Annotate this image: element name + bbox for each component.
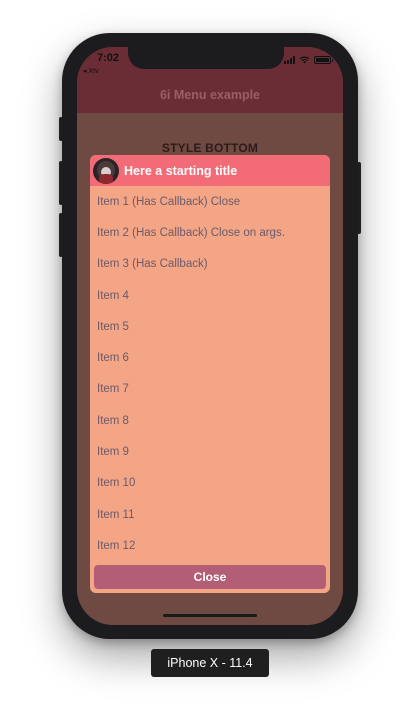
battery-icon (314, 56, 333, 64)
menu-item-1[interactable]: Item 1 (Has Callback) Close (90, 186, 330, 217)
status-icons (284, 56, 333, 64)
menu-header: Here a starting title (90, 155, 330, 186)
home-indicator[interactable] (163, 614, 257, 617)
section-heading: STYLE BOTTOM (161, 141, 259, 155)
menu-item-9[interactable]: Item 9 (90, 436, 330, 467)
menu-item-2[interactable]: Item 2 (Has Callback) Close on args. (90, 217, 330, 248)
menu-item-5[interactable]: Item 5 (90, 311, 330, 342)
menu-item-11[interactable]: Item 11 (90, 499, 330, 530)
avatar (93, 157, 119, 184)
menu-title: Here a starting title (124, 163, 238, 178)
menu-item-7[interactable]: Item 7 (90, 374, 330, 405)
device-label: iPhone X - 11.4 (151, 649, 269, 677)
menu-item-12[interactable]: Item 12 (90, 530, 330, 561)
menu-item-8[interactable]: Item 8 (90, 405, 330, 436)
back-to-app-link[interactable]: ◂ Xtv (83, 67, 99, 75)
menu-item-4[interactable]: Item 4 (90, 280, 330, 311)
menu-item-10[interactable]: Item 10 (90, 468, 330, 499)
phone-screen: 7:02 ◂ Xtv 6i Menu example STYLE BOTTOM … (77, 47, 343, 625)
menu-sheet: Here a starting title Item 1 (Has Callba… (90, 155, 330, 593)
menu-item-6[interactable]: Item 6 (90, 342, 330, 373)
nav-title: 6i Menu example (159, 88, 261, 102)
menu-item-3[interactable]: Item 3 (Has Callback) (90, 249, 330, 280)
wifi-icon (299, 56, 310, 64)
status-time: 7:02 (97, 52, 120, 64)
notch (128, 47, 284, 69)
menu-list: Item 1 (Has Callback) Close Item 2 (Has … (90, 186, 330, 562)
cellular-signal-icon (284, 56, 295, 64)
navigation-bar: 6i Menu example (77, 77, 343, 113)
close-button[interactable]: Close (94, 565, 326, 589)
